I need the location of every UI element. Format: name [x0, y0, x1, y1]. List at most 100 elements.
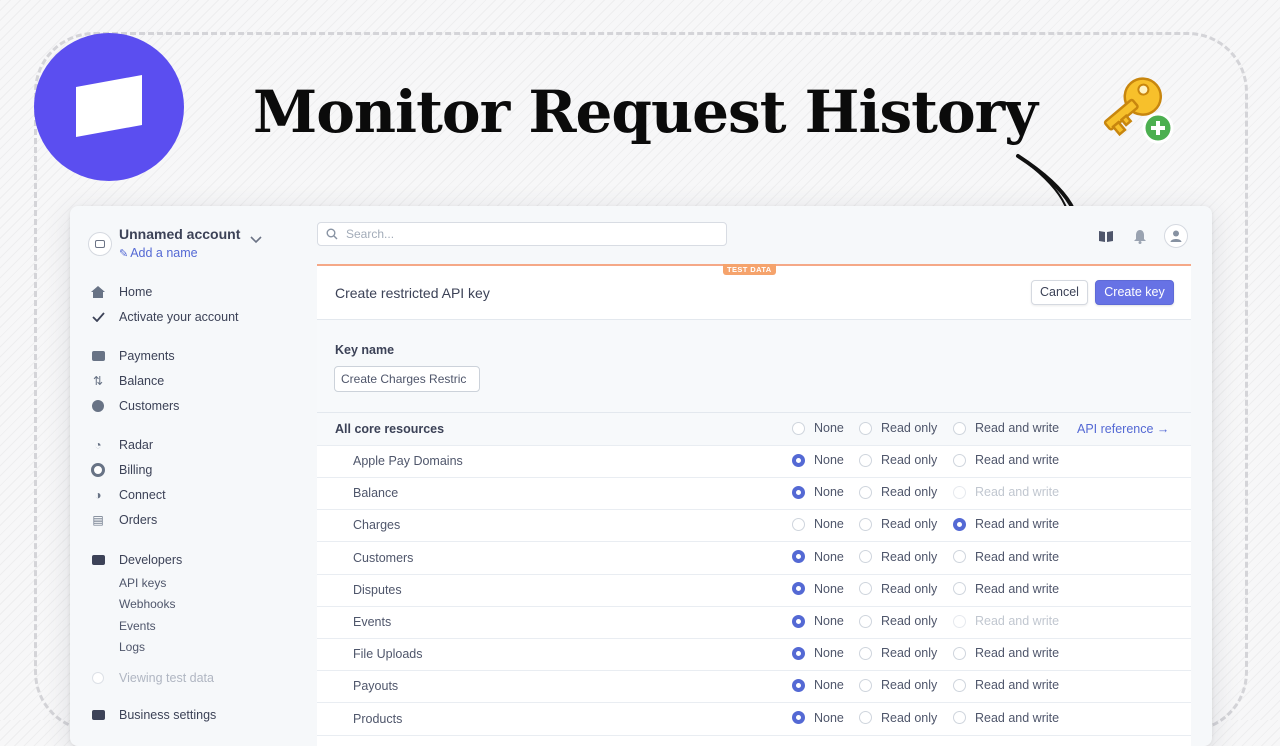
- radio-label: Read only: [881, 549, 938, 564]
- sidebar-item-activate[interactable]: Activate your account: [90, 306, 239, 328]
- radio-none[interactable]: None: [792, 711, 844, 725]
- radio-read-write[interactable]: Read and write: [953, 711, 1059, 725]
- all-core-label: All core resources: [335, 422, 445, 436]
- radio-read-only[interactable]: Read only: [859, 517, 937, 531]
- radio-read-write[interactable]: Read and write: [953, 678, 1059, 692]
- sidebar-item-label: Customers: [119, 399, 180, 413]
- api-reference-link[interactable]: API reference →: [1077, 422, 1169, 436]
- customers-icon: [90, 399, 106, 413]
- brand-logo: [34, 33, 184, 181]
- radio-label: None: [814, 678, 844, 693]
- sidebar-item-customers[interactable]: Customers: [90, 395, 179, 417]
- sidebar-item-orders[interactable]: ▤ Orders: [90, 509, 157, 531]
- sidebar-item-developers[interactable]: Developers: [90, 549, 182, 571]
- dashboard-window: Unnamed account ✎ Add a name Home Activat…: [70, 206, 1212, 746]
- sidebar-item-balance[interactable]: ⇅ Balance: [90, 370, 164, 392]
- radio-label: Read only: [881, 646, 938, 661]
- radio-none[interactable]: None: [792, 646, 844, 660]
- radio-label: Read only: [881, 614, 938, 628]
- radio-label: Read only: [881, 678, 938, 693]
- sidebar: Unnamed account ✎ Add a name Home Activat…: [70, 206, 308, 746]
- user-avatar-icon[interactable]: [1164, 224, 1188, 248]
- radio-none[interactable]: None: [792, 550, 844, 564]
- docs-book-icon[interactable]: [1096, 226, 1116, 246]
- logo-mark-icon: [76, 75, 142, 137]
- radio-none[interactable]: None: [792, 582, 844, 596]
- radio-none[interactable]: None: [792, 678, 844, 692]
- radio-read-write: Read and write: [953, 614, 1059, 628]
- radio-label: Read and write: [975, 421, 1060, 435]
- chevron-down-icon[interactable]: [250, 236, 262, 244]
- radio-read-only[interactable]: Read only: [859, 711, 937, 725]
- radio-read-write[interactable]: Read and write: [953, 517, 1059, 531]
- radio-read-write[interactable]: Read and write: [953, 646, 1059, 660]
- radio-read-only[interactable]: Read only: [859, 550, 937, 564]
- table-row: Disputes None Read only Read and write: [317, 574, 1191, 607]
- sidebar-item-label: Payments: [119, 349, 175, 363]
- billing-icon: [90, 463, 106, 477]
- sidebar-item-logs[interactable]: Logs: [119, 640, 145, 654]
- resource-name: Events: [353, 615, 392, 629]
- radio-none[interactable]: None: [792, 453, 844, 467]
- radio-label: Read and write: [975, 581, 1060, 596]
- sidebar-item-business-settings[interactable]: Business settings: [90, 704, 216, 726]
- radar-icon: ◔: [94, 438, 102, 452]
- radio-icon: [859, 646, 872, 660]
- create-key-button[interactable]: Create key: [1095, 280, 1174, 305]
- sidebar-item-label: Billing: [119, 463, 153, 477]
- test-data-toggle[interactable]: Viewing test data: [90, 667, 214, 689]
- balance-icon: ⇅: [92, 374, 104, 388]
- sidebar-item-label: Orders: [119, 513, 158, 527]
- radio-icon: [792, 646, 805, 660]
- radio-label: None: [814, 421, 844, 435]
- cancel-button[interactable]: Cancel: [1031, 280, 1088, 305]
- radio-read-only[interactable]: Read only: [859, 453, 937, 467]
- radio-icon: [953, 453, 966, 467]
- add-name-link[interactable]: ✎ Add a name: [119, 246, 198, 260]
- sidebar-item-connect[interactable]: ◑ Connect: [90, 484, 165, 506]
- key-add-icon: [1103, 77, 1174, 144]
- account-icon[interactable]: [88, 232, 112, 256]
- radio-read-write: Read and write: [953, 485, 1059, 499]
- sidebar-item-payments[interactable]: Payments: [90, 345, 175, 367]
- radio-read-only[interactable]: Read only: [859, 421, 937, 435]
- radio-icon: [792, 550, 805, 564]
- account-name[interactable]: Unnamed account: [119, 226, 240, 242]
- key-name-section: Key name: [317, 320, 1191, 413]
- radio-none[interactable]: None: [792, 614, 844, 628]
- radio-label: None: [814, 614, 844, 628]
- radio-read-only[interactable]: Read only: [859, 485, 937, 499]
- sidebar-item-radar[interactable]: ◔ Radar: [90, 434, 153, 456]
- radio-label: None: [814, 485, 844, 500]
- table-row: File Uploads None Read only Read and write: [317, 638, 1191, 672]
- sidebar-item-label: Activate your account: [119, 310, 239, 324]
- radio-read-only[interactable]: Read only: [859, 646, 937, 660]
- search-input[interactable]: [344, 226, 726, 242]
- radio-read-write[interactable]: Read and write: [953, 421, 1059, 435]
- radio-none[interactable]: None: [792, 485, 844, 499]
- radio-none[interactable]: None: [792, 421, 844, 435]
- sidebar-item-label: Radar: [119, 438, 154, 452]
- key-name-input[interactable]: [334, 366, 480, 392]
- sidebar-item-events[interactable]: Events: [119, 619, 156, 633]
- radio-icon: [859, 582, 872, 596]
- radio-icon: [953, 421, 966, 435]
- radio-read-write[interactable]: Read and write: [953, 582, 1059, 596]
- search-icon: [326, 228, 338, 240]
- search-bar[interactable]: [317, 222, 727, 246]
- toggle-label: Viewing test data: [119, 671, 214, 685]
- radio-read-only[interactable]: Read only: [859, 678, 937, 692]
- sidebar-item-webhooks[interactable]: Webhooks: [119, 597, 175, 611]
- radio-read-write[interactable]: Read and write: [953, 453, 1059, 467]
- bell-icon[interactable]: [1130, 226, 1150, 246]
- radio-label: None: [814, 710, 844, 725]
- radio-read-write[interactable]: Read and write: [953, 550, 1059, 564]
- radio-label: None: [814, 581, 844, 596]
- sidebar-item-billing[interactable]: Billing: [90, 459, 152, 481]
- sidebar-item-label: Developers: [119, 553, 183, 567]
- radio-read-only[interactable]: Read only: [859, 582, 937, 596]
- radio-none[interactable]: None: [792, 517, 844, 531]
- sidebar-item-home[interactable]: Home: [90, 281, 152, 303]
- radio-read-only[interactable]: Read only: [859, 614, 937, 628]
- sidebar-item-api-keys[interactable]: API keys: [119, 576, 166, 590]
